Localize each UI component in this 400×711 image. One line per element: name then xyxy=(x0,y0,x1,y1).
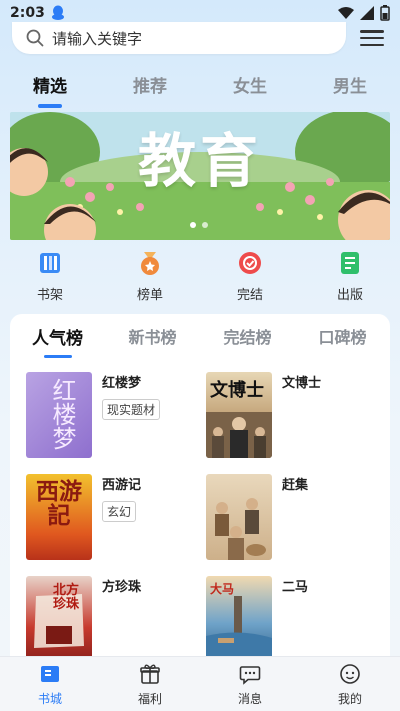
tab-female[interactable]: 女生 xyxy=(200,72,300,108)
bookshelf-icon xyxy=(40,253,60,273)
book-cover-text: 北方珍珠 xyxy=(52,583,79,612)
banner[interactable]: 教育 xyxy=(10,112,390,240)
tab-male[interactable]: 男生 xyxy=(300,72,400,108)
nav-label-profile: 我的 xyxy=(337,692,362,706)
book-item[interactable]: 西游記 西游记 玄幻 xyxy=(26,474,141,560)
gift-icon xyxy=(140,664,160,684)
book-cover-text: 大马 xyxy=(210,582,235,596)
book-cover: 北方珍珠 xyxy=(26,576,92,659)
menu-icon[interactable] xyxy=(360,28,384,48)
ranking-card: 人气榜 新书榜 完结榜 口碑榜 红楼梦 红楼梦 现实题材 文博士 文博士 西游記… xyxy=(10,314,390,659)
book-cover: 文博士 xyxy=(206,372,272,458)
quick-item-ranking[interactable]: 榜单 xyxy=(100,250,200,306)
search-icon xyxy=(26,29,44,47)
book-title: 二马 xyxy=(282,580,309,595)
badge-icon xyxy=(239,252,261,274)
book-title: 文博士 xyxy=(282,376,322,391)
tab-completed-ranking[interactable]: 完结榜 xyxy=(200,324,295,356)
nav-label-messages: 消息 xyxy=(237,692,262,706)
nav-messages[interactable]: 消息 xyxy=(200,657,300,711)
search-row: 请输入关键字 xyxy=(0,22,400,56)
book-cover xyxy=(206,474,272,560)
quick-nav: 书架 榜单 完结 出版 xyxy=(0,250,400,306)
book-cover: 大马 xyxy=(206,576,272,659)
book-item[interactable]: 赶集 xyxy=(206,474,308,560)
bottom-nav: 书城 福利 消息 我的 xyxy=(0,656,400,711)
banner-title: 教育 xyxy=(137,127,262,195)
nav-welfare[interactable]: 福利 xyxy=(100,657,200,711)
book-item[interactable]: 北方珍珠 方珍珠 xyxy=(26,576,141,659)
tab-recommended[interactable]: 推荐 xyxy=(100,72,200,108)
book-title: 西游记 xyxy=(102,478,142,493)
quick-label-bookshelf: 书架 xyxy=(36,288,63,303)
book-title: 红楼梦 xyxy=(102,376,142,391)
quick-label-publish: 出版 xyxy=(336,288,363,303)
book-title: 方珍珠 xyxy=(102,580,142,595)
nav-profile[interactable]: 我的 xyxy=(300,657,400,711)
book-item[interactable]: 大马 二马 xyxy=(206,576,308,659)
book-tag: 现实题材 xyxy=(102,399,161,420)
quick-item-bookshelf[interactable]: 书架 xyxy=(0,250,100,306)
ranking-tabs: 人气榜 新书榜 完结榜 口碑榜 xyxy=(10,324,390,358)
book-title: 赶集 xyxy=(282,478,309,493)
nav-label-book-city: 书城 xyxy=(37,692,62,706)
nav-label-welfare: 福利 xyxy=(137,692,162,706)
quick-item-completed[interactable]: 完结 xyxy=(200,250,300,306)
book-cover: 红楼梦 xyxy=(26,372,92,458)
tab-reputation[interactable]: 口碑榜 xyxy=(295,324,390,356)
medal-icon xyxy=(141,252,159,275)
book-item[interactable]: 红楼梦 红楼梦 现实题材 xyxy=(26,372,161,458)
book-cover: 西游記 xyxy=(26,474,92,560)
qq-notification-icon xyxy=(51,5,64,20)
publish-icon xyxy=(341,252,359,274)
profile-icon xyxy=(340,664,360,684)
book-cover-text: 红楼梦 xyxy=(48,378,76,450)
tab-featured[interactable]: 精选 xyxy=(0,72,100,108)
book-tag: 玄幻 xyxy=(102,501,137,522)
message-icon xyxy=(239,666,261,685)
signal-icon xyxy=(360,6,374,20)
book-city-icon xyxy=(41,666,59,682)
quick-label-ranking: 榜单 xyxy=(136,288,163,303)
tab-new-books[interactable]: 新书榜 xyxy=(105,324,200,356)
book-cover-text: 西游記 xyxy=(36,478,82,529)
quick-item-publish[interactable]: 出版 xyxy=(300,250,400,306)
banner-pagination xyxy=(190,222,208,228)
status-time: 2:03 xyxy=(10,5,45,21)
battery-icon xyxy=(380,5,390,21)
quick-label-completed: 完结 xyxy=(236,288,263,303)
wifi-icon xyxy=(338,7,354,19)
nav-book-city[interactable]: 书城 xyxy=(0,657,100,711)
book-item[interactable]: 文博士 文博士 xyxy=(206,372,321,458)
search-input[interactable]: 请输入关键字 xyxy=(12,22,346,54)
book-cover-text: 文博士 xyxy=(210,380,264,401)
tab-popular[interactable]: 人气榜 xyxy=(10,324,105,358)
search-placeholder: 请输入关键字 xyxy=(52,29,143,48)
top-tabs: 精选 推荐 女生 男生 xyxy=(0,72,400,108)
